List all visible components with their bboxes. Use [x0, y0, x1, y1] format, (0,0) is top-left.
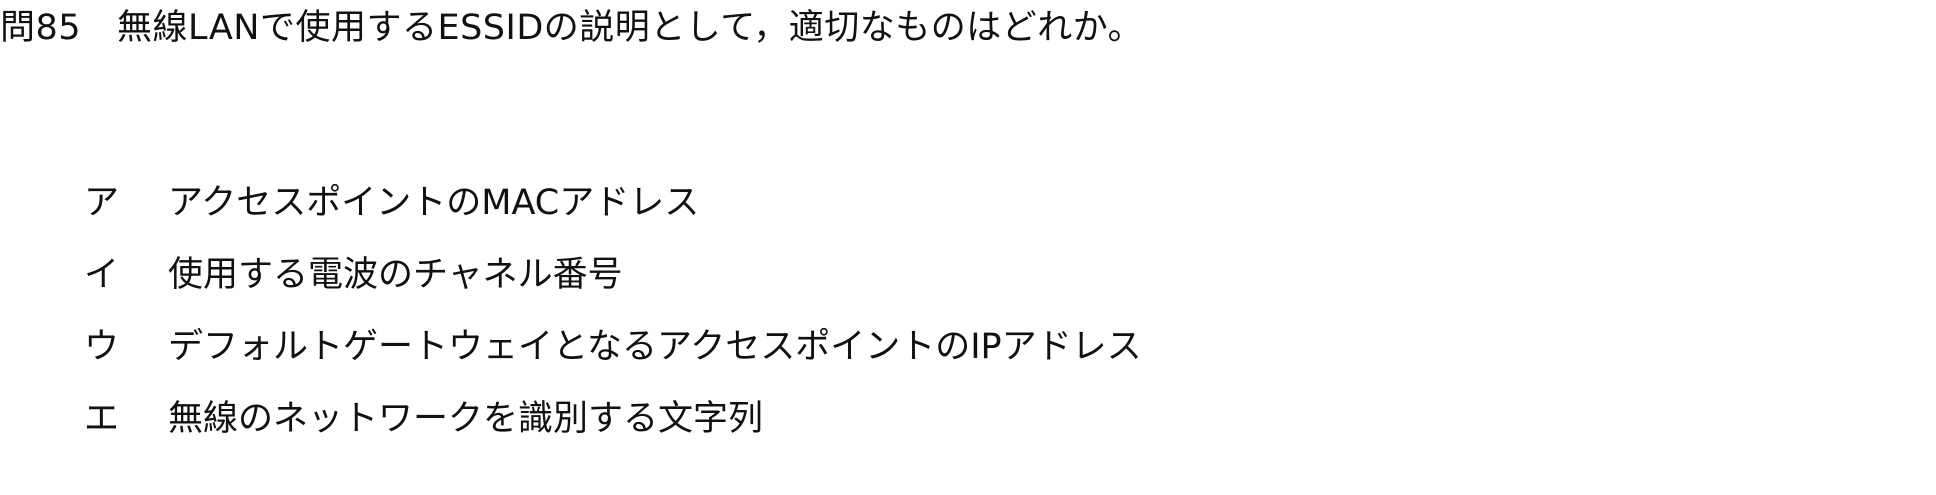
- choice-u: ウ デフォルトゲートウェイとなるアクセスポイントのIPアドレス: [84, 321, 1142, 367]
- choice-text: 無線のネットワークを識別する文字列: [168, 398, 764, 439]
- choice-mark: ア: [84, 182, 120, 223]
- choice-text: 使用する電波のチャネル番号: [168, 254, 623, 295]
- question-heading: 問85 無線LANで使用するESSIDの説明として，適切なものはどれか。: [0, 6, 1143, 50]
- answer-choices: ア アクセスポイントのMACアドレス イ 使用する電波のチャネル番号 ウ デフォ…: [84, 177, 1142, 465]
- choice-i: イ 使用する電波のチャネル番号: [84, 249, 1142, 295]
- choice-mark: ウ: [84, 326, 120, 367]
- exam-page: 問85 無線LANで使用するESSIDの説明として，適切なものはどれか。 ア アク…: [0, 0, 1936, 495]
- question-text: 無線LANで使用するESSIDの説明として，適切なものはどれか。: [117, 8, 1144, 48]
- choice-text: アクセスポイントのMACアドレス: [168, 182, 700, 223]
- choice-a: ア アクセスポイントのMACアドレス: [84, 177, 1142, 223]
- question-number: 問85: [0, 8, 82, 48]
- choice-e: エ 無線のネットワークを識別する文字列: [84, 393, 1142, 439]
- choice-mark: エ: [84, 398, 120, 439]
- choice-text: デフォルトゲートウェイとなるアクセスポイントのIPアドレス: [168, 326, 1142, 367]
- choice-mark: イ: [84, 254, 120, 295]
